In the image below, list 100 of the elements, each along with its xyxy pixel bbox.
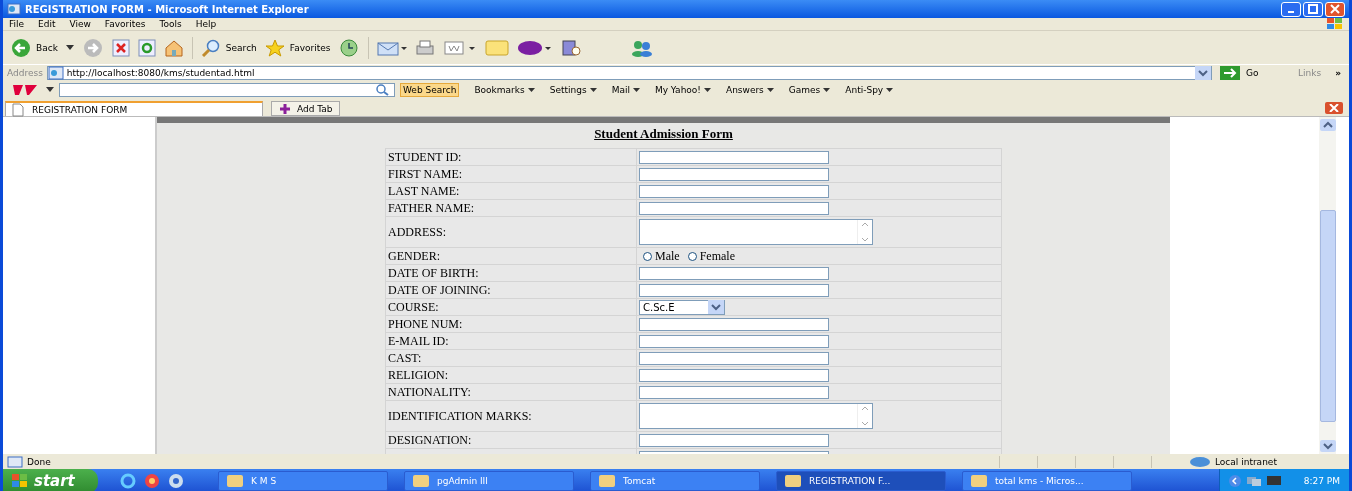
menu-item[interactable]: View bbox=[69, 19, 91, 29]
clock: 8:27 PM bbox=[1303, 476, 1340, 486]
document-icon[interactable] bbox=[443, 38, 478, 57]
star-icon bbox=[264, 38, 285, 57]
taskbar-button[interactable]: Tomcat bbox=[590, 471, 760, 491]
caret-icon bbox=[886, 87, 894, 93]
menu-item[interactable]: Edit bbox=[38, 19, 56, 29]
field-label: GENDER: bbox=[386, 248, 636, 264]
text-field[interactable] bbox=[639, 334, 829, 348]
address-field[interactable]: http://localhost:8080/kms/studentad.html bbox=[46, 66, 1213, 80]
scroll-up-icon bbox=[860, 404, 870, 412]
text-field[interactable] bbox=[639, 283, 829, 297]
search-button[interactable]: Search bbox=[200, 38, 257, 57]
close-icon bbox=[1329, 104, 1339, 112]
minimize-button[interactable] bbox=[1281, 1, 1301, 17]
research-icon[interactable] bbox=[561, 37, 584, 58]
caret-icon bbox=[703, 87, 711, 93]
app-icon bbox=[227, 475, 243, 487]
refresh-icon[interactable] bbox=[137, 38, 156, 57]
text-field[interactable] bbox=[639, 433, 829, 447]
web-search-button[interactable]: Web Search bbox=[400, 83, 460, 97]
toolbar-menu-item[interactable]: Mail bbox=[611, 85, 640, 95]
toolbar-menu-item[interactable]: Answers bbox=[725, 85, 774, 95]
page-icon bbox=[7, 455, 23, 468]
text-field[interactable] bbox=[639, 150, 829, 164]
close-button[interactable] bbox=[1325, 1, 1345, 17]
text-field[interactable] bbox=[639, 201, 829, 215]
windows-logo-icon bbox=[12, 474, 28, 488]
maximize-button[interactable] bbox=[1303, 1, 1323, 17]
form-title: Student Admission Form bbox=[593, 126, 734, 142]
browser-icon bbox=[7, 3, 21, 15]
app-icon bbox=[413, 475, 429, 487]
taskbar-button[interactable]: total kms - Micros... bbox=[962, 471, 1132, 491]
app-icon bbox=[971, 475, 987, 487]
stop-icon[interactable] bbox=[111, 38, 130, 57]
field-label: CAST: bbox=[386, 350, 636, 366]
menu-item[interactable]: Favorites bbox=[104, 19, 146, 29]
toolbar-menu-item[interactable]: Bookmarks bbox=[474, 85, 535, 95]
field-label: STUDENT ID: bbox=[386, 149, 636, 165]
field-label: IDENTIFICATION MARKS: bbox=[386, 401, 636, 431]
scrollbar-thumb[interactable] bbox=[1319, 209, 1336, 422]
caret-icon bbox=[823, 87, 831, 93]
circle-icon[interactable] bbox=[168, 473, 184, 489]
close-tab-button[interactable] bbox=[1325, 102, 1343, 114]
caret-icon bbox=[527, 87, 535, 93]
search-icon bbox=[200, 38, 221, 57]
scroll-down-icon[interactable] bbox=[1319, 440, 1336, 452]
field-label: DATE OF JOINING: bbox=[386, 282, 636, 298]
taskbar-button[interactable]: REGISTRATION F... bbox=[776, 471, 946, 491]
menu-item[interactable]: Help bbox=[195, 19, 217, 29]
taskbar-button[interactable]: K M S bbox=[218, 471, 388, 491]
favorites-button[interactable]: Favorites bbox=[264, 38, 331, 57]
monitor-icon[interactable] bbox=[1265, 475, 1282, 487]
field-label: FIRST NAME: bbox=[386, 166, 636, 182]
minimize-icon bbox=[1288, 11, 1294, 13]
printer-icon[interactable] bbox=[415, 38, 436, 57]
home-icon[interactable] bbox=[163, 38, 184, 57]
taskbar-button[interactable]: pgAdmin III bbox=[404, 471, 574, 491]
toolbar-menu-item[interactable]: Settings bbox=[549, 85, 597, 95]
text-field[interactable] bbox=[639, 266, 829, 280]
text-field[interactable] bbox=[639, 368, 829, 382]
text-field[interactable] bbox=[639, 184, 829, 198]
more-links[interactable]: » bbox=[1335, 68, 1341, 78]
history-icon[interactable] bbox=[338, 38, 361, 57]
go-button[interactable]: Go bbox=[1216, 66, 1287, 80]
scroll-up-icon[interactable] bbox=[1319, 119, 1336, 131]
radio-option[interactable]: Female bbox=[687, 248, 735, 264]
app-icon bbox=[785, 475, 801, 487]
forward-icon[interactable] bbox=[81, 37, 104, 58]
window-title: REGISTRATION FORM - Microsoft Internet Explorer bbox=[25, 3, 310, 15]
toolbar-menu-item[interactable]: Anti-Spy bbox=[845, 85, 894, 95]
search-field[interactable] bbox=[59, 83, 395, 97]
back-button[interactable]: Back bbox=[11, 37, 58, 58]
field-label: LAST NAME: bbox=[386, 183, 636, 199]
text-field[interactable] bbox=[639, 351, 829, 365]
menu-item[interactable]: Tools bbox=[159, 19, 182, 29]
radio-option[interactable]: Male bbox=[643, 248, 680, 264]
field-label: RELIGION: bbox=[386, 367, 636, 383]
menu-item[interactable]: File bbox=[9, 19, 25, 29]
field-label: FATHER NAME: bbox=[386, 200, 636, 216]
note-icon[interactable] bbox=[485, 38, 510, 57]
toolbar-menu-item[interactable]: Games bbox=[788, 85, 831, 95]
maximize-icon bbox=[1308, 4, 1318, 14]
text-field[interactable] bbox=[639, 317, 829, 331]
scroll-up-icon bbox=[860, 220, 870, 228]
circle-icon[interactable] bbox=[144, 473, 160, 489]
browser-icon[interactable] bbox=[120, 473, 136, 489]
caret-icon bbox=[589, 87, 597, 93]
text-area[interactable] bbox=[639, 403, 873, 429]
browser-tab[interactable]: REGISTRATION FORM bbox=[5, 101, 263, 116]
add-tab-button[interactable]: Add Tab bbox=[271, 101, 340, 116]
text-area[interactable] bbox=[639, 219, 873, 245]
toolbar-menu-item[interactable]: My Yahoo! bbox=[654, 85, 711, 95]
close-icon bbox=[1330, 4, 1340, 14]
text-field[interactable] bbox=[639, 167, 829, 181]
app-icon bbox=[599, 475, 615, 487]
dropdown-arrow-icon[interactable] bbox=[65, 44, 74, 51]
text-field[interactable] bbox=[639, 385, 829, 399]
course-dropdown[interactable]: C.Sc.E bbox=[639, 299, 725, 315]
dropdown-arrow-icon[interactable] bbox=[46, 87, 54, 93]
